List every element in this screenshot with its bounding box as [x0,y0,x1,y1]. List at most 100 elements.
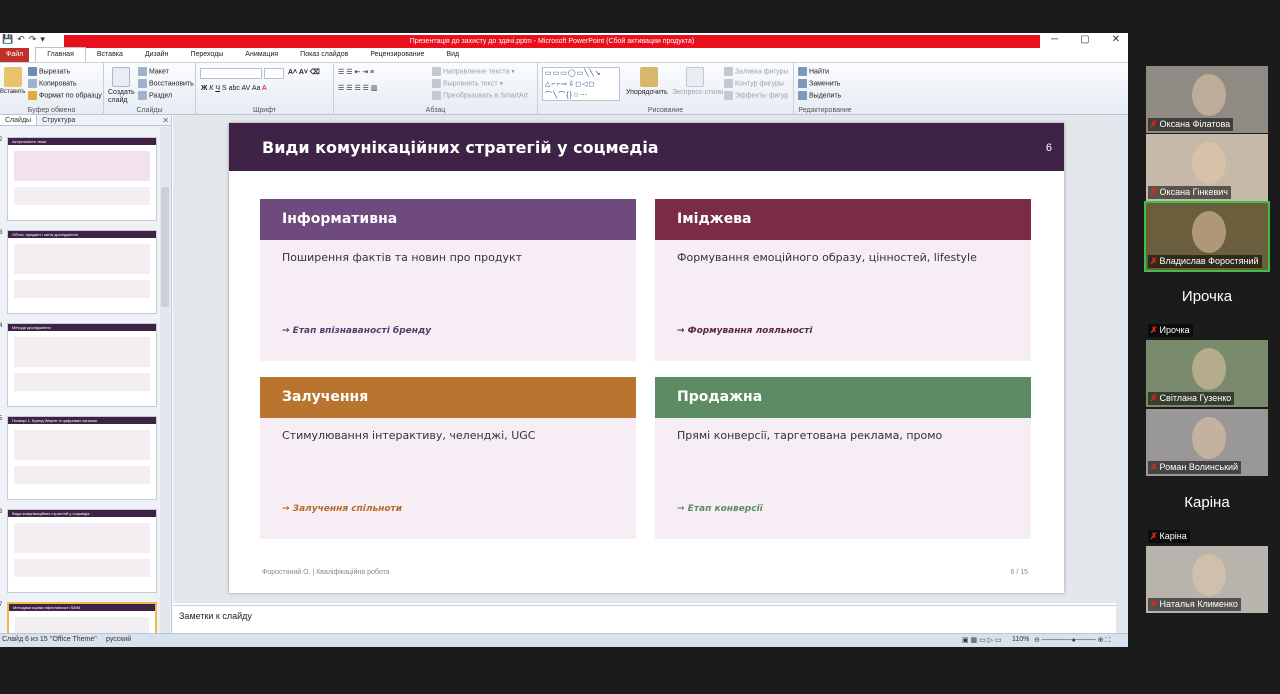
zoom-slider[interactable]: ⊖ ──────●──── ⊕ ⛶ [1034,636,1110,645]
thumbnail-number: 2 [0,137,3,143]
tab-transitions[interactable]: Переходы [179,48,234,62]
slide-thumbnail[interactable]: Позиція 1. Бренд Wayne: в цифрових канал… [7,416,157,500]
thumbnail-content [14,280,150,298]
slide-thumbnail[interactable]: Об'єкт, предмет і мета дослідження [7,230,157,314]
align-buttons[interactable]: ☰ ☰ ☰ ☰ ▥ [338,84,378,92]
align-text-button[interactable]: Выровнять текст ▾ [432,79,503,88]
participant-tile[interactable]: ✗ Оксана Гінкевич [1146,134,1268,201]
tab-insert[interactable]: Вставка [86,48,134,62]
participant-tile[interactable]: ✗ Світлана Гузенко [1146,340,1268,407]
fill-icon [724,67,733,76]
list-buttons[interactable]: ☰ ☰ ⇤ ⇥ ≡ [338,68,374,76]
reset-button[interactable]: Восстановить [138,79,194,88]
slide-thumbnail[interactable]: Актуальність теми [7,137,157,221]
language[interactable]: русский [106,636,131,643]
thumbnail-content [14,430,150,460]
maximize-button[interactable]: ▢ [1080,34,1089,45]
participant-face [1192,211,1226,253]
find-button[interactable]: Найти [798,67,829,76]
tab-animations[interactable]: Анимация [234,48,289,62]
copy-button[interactable]: Копировать [28,79,77,88]
shape-effects-button[interactable]: Эффекты фигур [724,91,788,100]
font-format-buttons[interactable]: Ж К Ч S abc AV Aa A [201,85,267,92]
tab-slide-show[interactable]: Показ слайдов [289,48,359,62]
card-header: Залучення [260,377,636,418]
customize-qat-icon[interactable]: ▾ [40,34,45,45]
slide-thumbnail[interactable]: Методи дослідження [7,323,157,407]
tab-review[interactable]: Рецензирование [359,48,435,62]
participant-tile[interactable]: Ирочка ✗ Ирочка [1146,272,1268,339]
save-icon[interactable]: 💾 [2,34,13,45]
card-body: Формування емоційного образу, цінностей,… [677,251,977,264]
format-painter-button[interactable]: Формат по образцу [28,91,102,100]
new-slide-button[interactable]: Создать слайд [108,89,135,105]
zoom-level[interactable]: 110% [1012,636,1029,643]
close-icon[interactable]: ✕ [162,115,169,126]
card-footer: → Етап конверсії [677,504,763,514]
quick-styles-icon[interactable] [686,67,704,87]
new-slide-icon[interactable] [112,67,130,87]
slide[interactable]: Види комунікаційних стратегій у соцмедіа… [229,123,1064,593]
participant-tile[interactable]: ✗ Наталья Клименко [1146,546,1268,613]
select-icon [798,91,807,100]
participant-tile[interactable]: Каріна ✗ Каріна [1146,478,1268,545]
notes-field[interactable]: Заметки к слайду [173,605,1116,633]
font-size-field[interactable] [264,68,284,79]
slide-thumbnail[interactable]: Види комунікаційних стратегій у соцмедіа [7,509,157,593]
close-button[interactable]: ✕ [1112,34,1120,45]
participant-tile[interactable]: ✗ Оксана Філатова [1146,66,1268,133]
shapes-gallery[interactable]: ▭▭▭◯▭╲╲↘ △⌐⌐⇨⇩◻◁◻ ⌒╲⌒{}☆⋯ [542,67,620,101]
arrange-icon[interactable] [640,67,658,87]
mic-muted-icon: ✗ [1150,462,1158,472]
drawing-group-label: Рисование [647,107,684,114]
thumbnail-content [14,337,150,367]
redo-icon[interactable]: ↷ [29,34,37,45]
participant-name: ✗ Оксана Гінкевич [1148,186,1231,199]
shape-outline-button[interactable]: Контур фигуры [724,79,784,88]
clipboard-group: Вставить Вырезать Копировать Формат по о… [0,63,104,115]
thumbnail-number: 5 [0,416,3,422]
replace-button[interactable]: Заменить [798,79,840,88]
slides-pane: Слайды Структура ✕ 2 Актуальність теми 3 Об… [0,115,172,647]
tab-outline[interactable]: Структура [37,115,80,125]
slides-pane-tabs: Слайды Структура ✕ [0,115,172,126]
layout-button[interactable]: Макет [138,67,169,76]
outline-icon [724,79,733,88]
mic-muted-icon: ✗ [1150,256,1158,266]
participant-name: ✗ Каріна [1148,530,1190,543]
participant-tile[interactable]: ✗ Роман Волинський [1146,409,1268,476]
thumbnail-content [14,373,150,391]
card-body: Прямі конверсії, таргетована реклама, пр… [677,429,943,442]
select-button[interactable]: Выделить [798,91,841,100]
font-grow-button[interactable]: A˄ A˅ ⌫ [288,68,320,76]
text-direction-button[interactable]: Направление текста ▾ [432,67,515,76]
slide-counter: Слайд 6 из 15 [2,636,48,643]
paste-button[interactable]: Вставить [0,89,25,95]
tab-view[interactable]: Вид [435,48,470,62]
editing-group: Найти Заменить Выделить Редактирование [794,63,856,115]
participant-name: ✗ Ирочка [1148,324,1193,337]
slides-scrollbar[interactable] [160,127,170,633]
undo-icon[interactable]: ↶ [17,34,25,45]
tab-file[interactable]: Файл [0,48,30,62]
tab-home[interactable]: Главная [35,47,86,62]
participant-big-name: Каріна [1184,494,1230,511]
tab-design[interactable]: Дизайн [134,48,180,62]
vertical-scrollbar[interactable] [1116,115,1128,633]
view-buttons[interactable]: ▣ ▦ ▭ ▷ ▭ [962,636,1002,644]
screen: 💾 ↶ ↷ ▾ Презентація до захисту до здачі.… [0,0,1280,694]
slides-group-label: Слайды [136,107,163,114]
smartart-button[interactable]: Преобразовать в SmartArt [432,91,528,100]
minimize-button[interactable]: ─ [1051,34,1058,45]
tab-slides[interactable]: Слайды [0,115,38,125]
shape-fill-button[interactable]: Заливка фигуры [724,67,788,76]
quick-styles-button[interactable]: Экспресс-стили [672,89,723,96]
arrange-button[interactable]: Упорядочить [626,89,668,96]
paste-icon[interactable] [4,67,22,87]
font-name-field[interactable] [200,68,262,79]
participant-tile[interactable]: ✗ Владислав Форостяний [1144,201,1270,272]
section-button[interactable]: Раздел [138,91,172,100]
participant-face [1192,554,1226,596]
scrollbar-thumb[interactable] [161,187,169,307]
cut-button[interactable]: Вырезать [28,67,70,76]
